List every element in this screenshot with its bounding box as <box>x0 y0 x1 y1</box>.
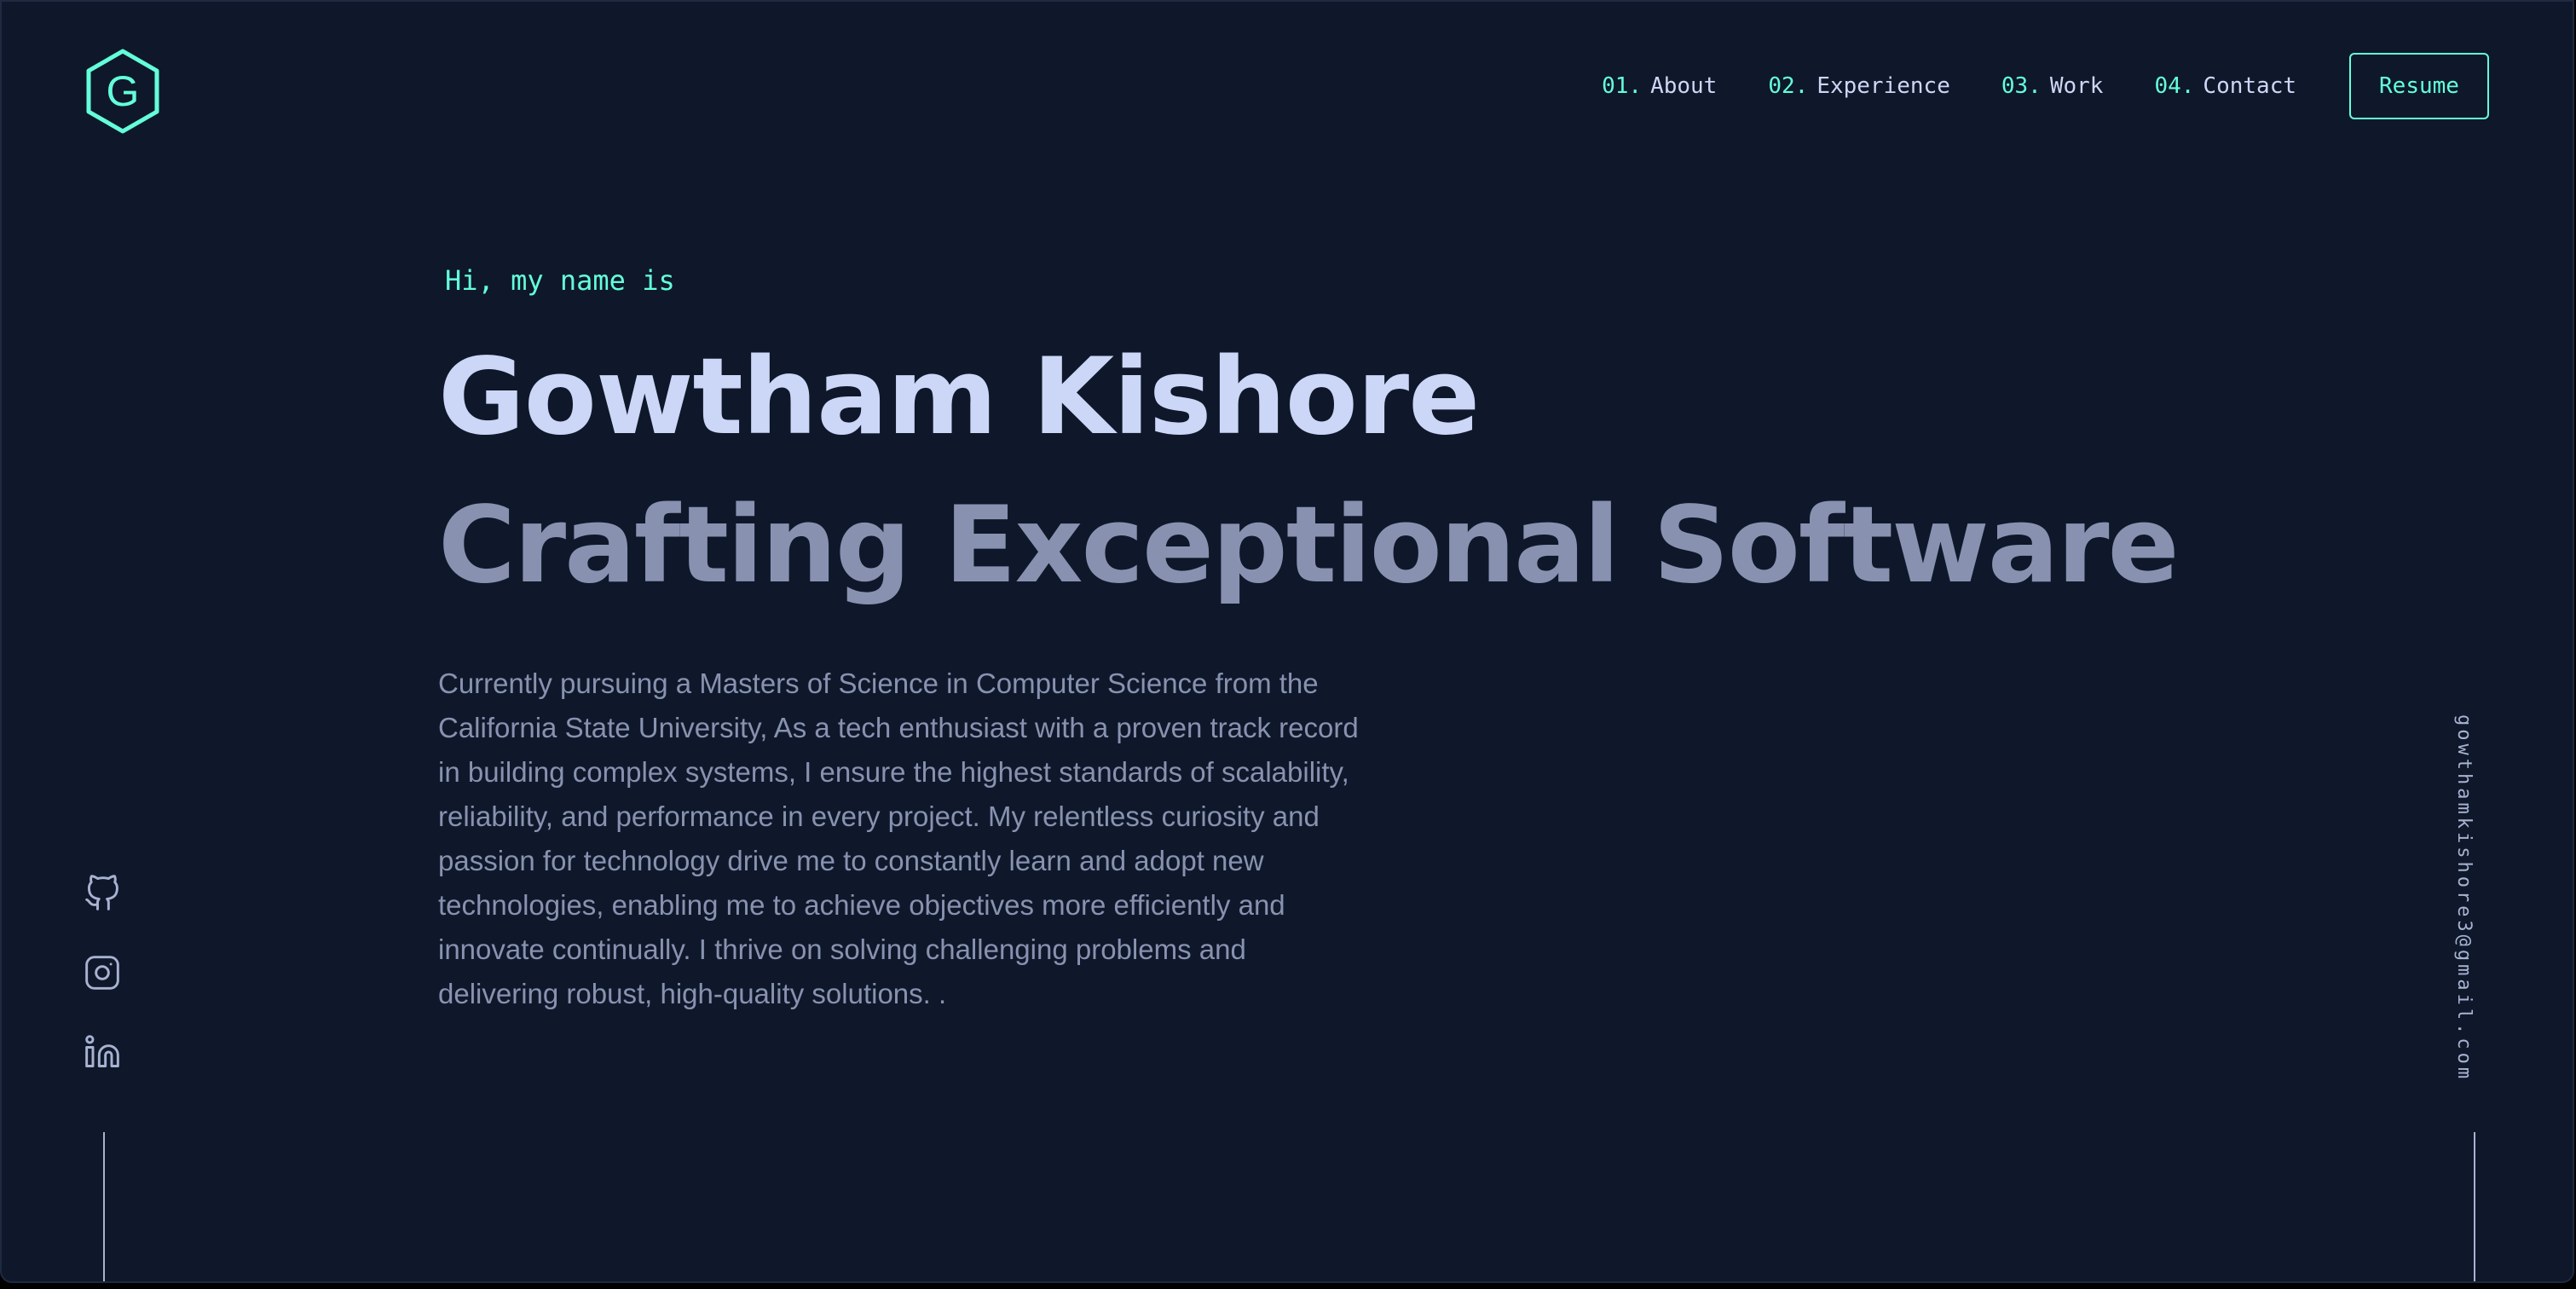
nav-number: 03. <box>2001 73 2042 99</box>
social-sidebar <box>84 875 124 1113</box>
instagram-icon[interactable] <box>84 954 121 991</box>
nav-number: 02. <box>1768 73 1809 99</box>
nav-link-experience[interactable]: 02. Experience <box>1768 73 1950 99</box>
nav-label: Contact <box>2203 73 2296 99</box>
hero-name: Gowtham Kishore <box>438 336 1480 459</box>
nav-label: Work <box>2049 73 2104 99</box>
left-vertical-line <box>103 1132 105 1281</box>
resume-button[interactable]: Resume <box>2349 53 2489 119</box>
right-vertical-line <box>2474 1132 2475 1281</box>
nav-link-contact[interactable]: 04. Contact <box>2154 73 2296 99</box>
top-nav: 01. About 02. Experience 03. Work 04. Co… <box>1602 53 2489 119</box>
hero-greeting: Hi, my name is <box>445 264 675 297</box>
nav-link-work[interactable]: 03. Work <box>2001 73 2104 99</box>
github-icon[interactable] <box>84 875 121 912</box>
hero-tagline: Crafting Exceptional Software <box>438 484 2180 607</box>
nav-number: 01. <box>1602 73 1643 99</box>
portfolio-page: G 01. About 02. Experience 03. Work 04. … <box>0 0 2574 1283</box>
nav-link-about[interactable]: 01. About <box>1602 73 1717 99</box>
nav-label: Experience <box>1816 73 1950 99</box>
hero-bio: Currently pursuing a Masters of Science … <box>438 668 1359 1009</box>
logo-letter: G <box>107 67 140 115</box>
email-link[interactable]: gowthamkishore3@gmail.com <box>2453 714 2475 1082</box>
nav-label: About <box>1650 73 1718 99</box>
hexagon-logo-icon[interactable]: G <box>84 48 162 135</box>
linkedin-icon[interactable] <box>84 1033 121 1071</box>
nav-number: 04. <box>2154 73 2195 99</box>
